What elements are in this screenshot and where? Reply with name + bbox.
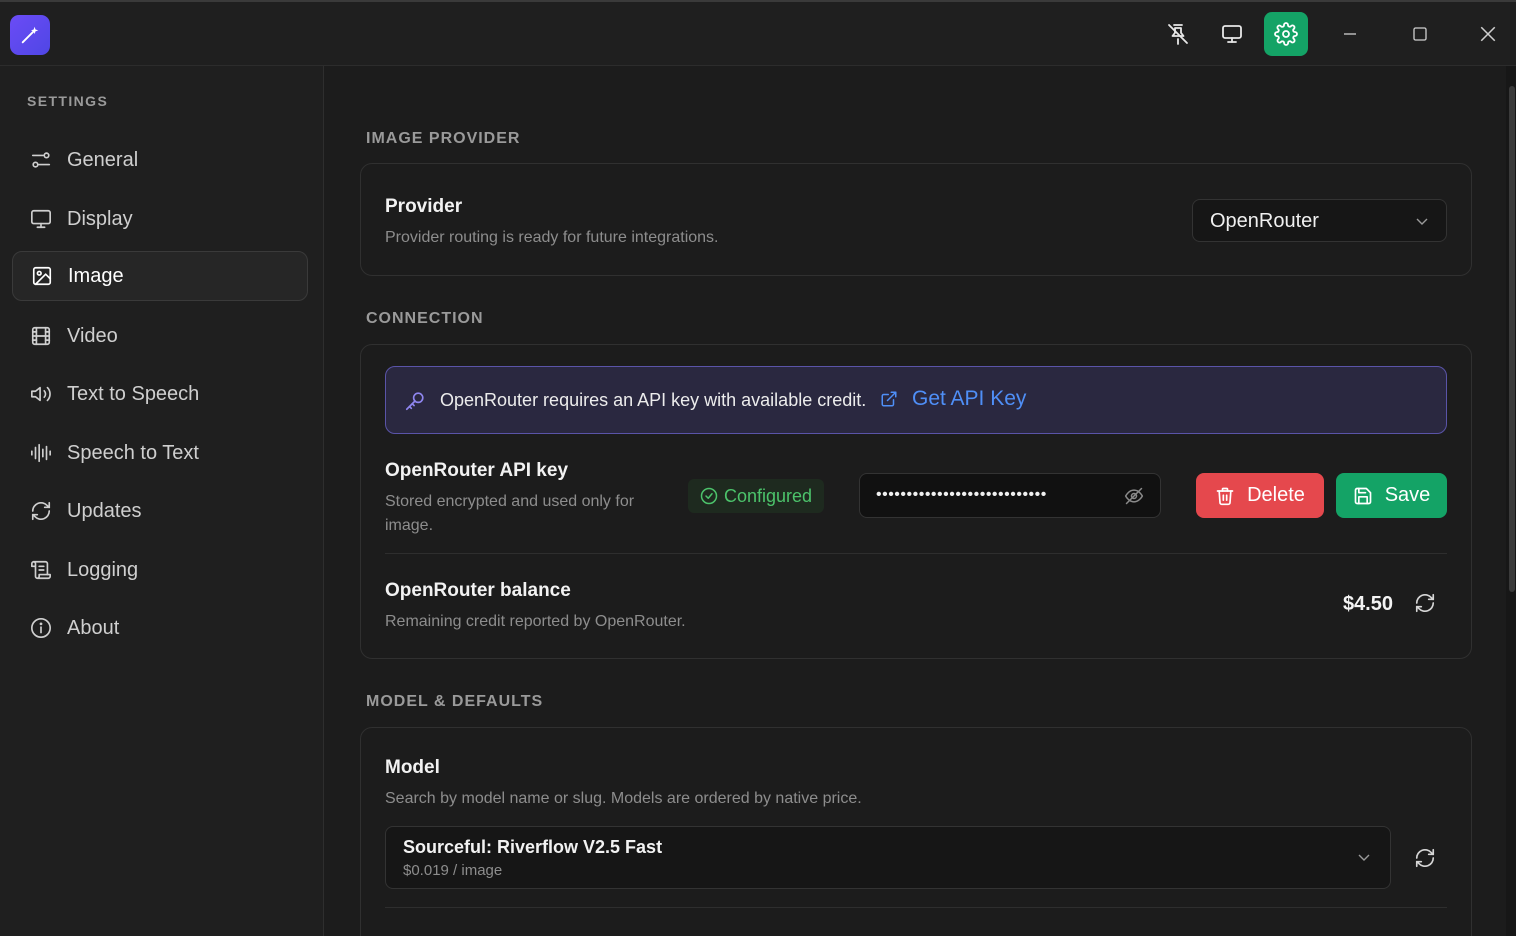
refresh-icon [28,498,54,524]
speaker-icon [28,381,54,407]
sidebar-item-label: Text to Speech [67,382,200,405]
refresh-models-button[interactable] [1411,844,1439,872]
maximize-icon [1413,27,1427,41]
sidebar-item-label: General [67,148,139,171]
get-api-key-label: Get API Key [912,387,1027,410]
model-card: Model Search by model name or slug. Mode… [360,727,1472,936]
minimize-icon [1344,33,1356,35]
refresh-icon [1415,848,1435,868]
title-bar [0,0,1516,66]
waveform-icon [28,440,54,466]
close-button[interactable] [1466,14,1510,54]
provider-select[interactable]: OpenRouter [1192,199,1447,242]
model-select[interactable]: Sourceful: Riverflow V2.5 Fast $0.019 / … [385,826,1391,889]
sidebar-item-image[interactable]: Image [12,251,308,301]
api-key-description: Stored encrypted and used only for image… [385,493,635,534]
monitor-icon [28,206,54,232]
sidebar-item-logging[interactable]: Logging [12,545,308,595]
sidebar-item-label: Display [67,207,133,230]
divider [385,553,1447,554]
refresh-balance-button[interactable] [1411,589,1439,617]
sidebar-title: SETTINGS [27,93,109,109]
film-icon [28,323,54,349]
provider-title: Provider [385,196,463,217]
gear-icon [1274,22,1298,46]
close-icon [1480,26,1496,42]
settings-sidebar: SETTINGS General Display Image Video Tex… [0,66,324,936]
balance-description: Remaining credit reported by OpenRouter. [385,613,686,630]
configured-status-badge: Configured [688,479,825,513]
section-title-model-defaults: MODEL & DEFAULTS [366,693,544,710]
minimize-button[interactable] [1328,14,1372,54]
sidebar-item-display[interactable]: Display [12,194,308,244]
chevron-down-icon [1416,218,1428,225]
refresh-icon [1415,593,1435,613]
key-icon [405,392,424,411]
save-button[interactable]: Save [1336,473,1447,518]
api-key-masked-value: •••••••••••••••••••••••••••• [876,486,1047,503]
sidebar-item-label: Image [68,264,124,287]
model-select-name: Sourceful: Riverflow V2.5 Fast [403,837,663,857]
sidebar-item-general[interactable]: General [12,135,308,185]
configured-label: Configured [724,485,813,506]
scrollbar-thumb[interactable] [1509,86,1515,592]
save-label: Save [1384,484,1431,506]
provider-select-value: OpenRouter [1210,210,1319,232]
display-button[interactable] [1210,12,1254,56]
connection-card: OpenRouter requires an API key with avai… [360,344,1472,659]
sidebar-item-label: Logging [67,558,139,581]
balance-value: $4.50 [1342,593,1393,615]
sliders-icon [28,147,54,173]
sidebar-item-label: Speech to Text [67,441,199,464]
sidebar-item-speech-to-text[interactable]: Speech to Text [12,428,308,478]
delete-label: Delete [1247,484,1305,506]
eye-off-icon[interactable] [1124,486,1144,506]
external-link-icon [881,391,897,407]
info-icon [28,615,54,641]
app-logo [10,15,50,55]
sidebar-item-updates[interactable]: Updates [12,486,308,536]
settings-button[interactable] [1264,12,1308,56]
sidebar-item-label: About [67,616,120,639]
chevron-down-icon [1358,854,1370,861]
model-description: Search by model name or slug. Models are… [385,790,862,807]
model-title: Model [385,757,440,778]
section-title-image-provider: IMAGE PROVIDER [366,130,521,147]
section-title-connection: CONNECTION [366,310,484,327]
save-icon [1354,487,1372,504]
pin-toggle-button[interactable] [1156,12,1200,56]
api-key-input[interactable]: •••••••••••••••••••••••••••• [859,473,1161,518]
scroll-icon [28,557,54,583]
balance-title: OpenRouter balance [385,580,571,601]
image-icon [29,263,55,289]
model-select-price: $0.019 / image [403,862,503,879]
delete-button[interactable]: Delete [1196,473,1324,518]
monitor-icon [1222,25,1242,43]
notice-text: OpenRouter requires an API key with avai… [440,390,867,410]
check-circle-icon [700,487,718,505]
magic-wand-icon [21,26,39,44]
sidebar-item-label: Updates [67,499,142,522]
maximize-button[interactable] [1398,14,1442,54]
sidebar-item-text-to-speech[interactable]: Text to Speech [12,369,308,419]
pin-off-icon [1168,24,1188,45]
sidebar-item-label: Video [67,324,118,347]
sidebar-item-about[interactable]: About [12,603,308,653]
api-key-notice: OpenRouter requires an API key with avai… [385,366,1447,434]
divider [385,907,1447,908]
trash-icon [1216,487,1234,505]
sidebar-item-video[interactable]: Video [12,311,308,361]
get-api-key-link[interactable]: Get API Key [880,387,1026,411]
api-key-title: OpenRouter API key [385,460,569,481]
provider-description: Provider routing is ready for future int… [385,229,719,246]
provider-card: Provider Provider routing is ready for f… [360,163,1472,276]
